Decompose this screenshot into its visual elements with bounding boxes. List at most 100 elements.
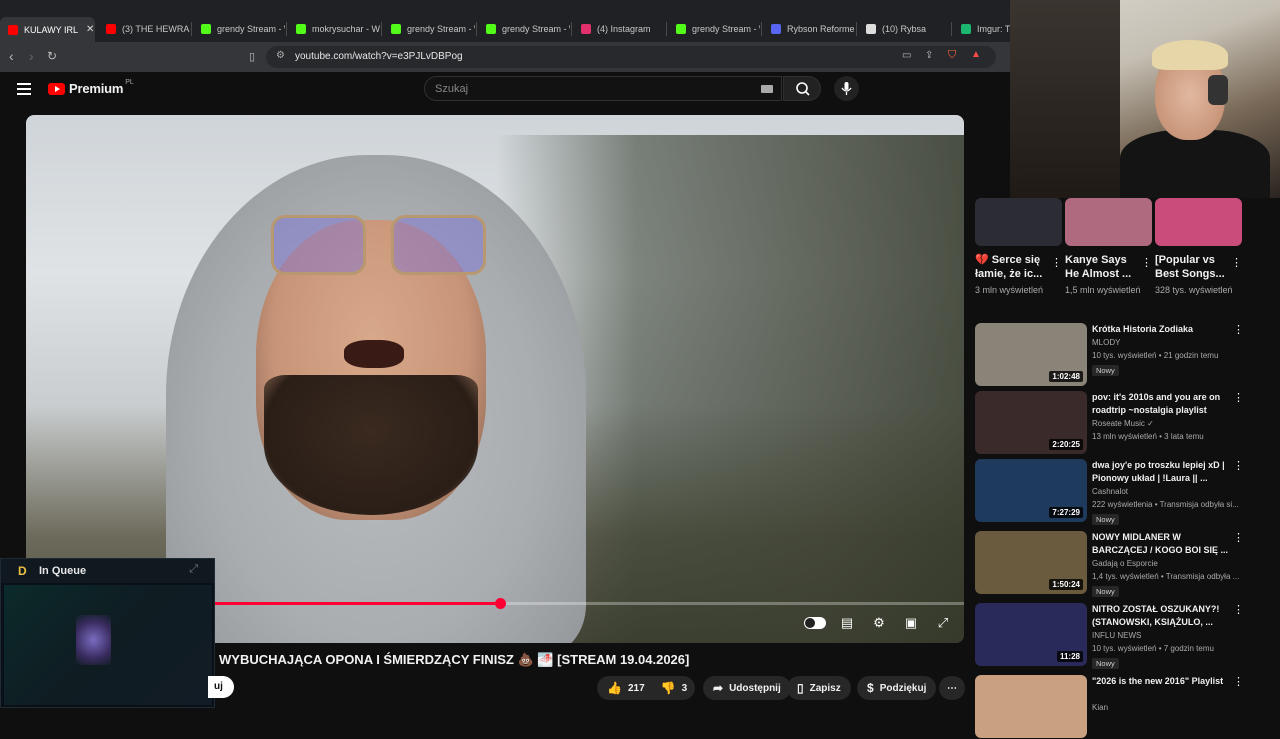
- search-button[interactable]: [783, 76, 821, 101]
- duration-badge: 7:27:29: [1049, 507, 1083, 518]
- expand-icon[interactable]: ⤢: [189, 563, 198, 576]
- more-vertical-icon[interactable]: ⋮: [1051, 256, 1062, 269]
- more-vertical-icon[interactable]: ⋮: [1233, 603, 1244, 616]
- thumbs-up-icon[interactable]: 👍: [607, 681, 622, 695]
- video-thumbnail[interactable]: 11:28: [975, 603, 1087, 666]
- more-actions-button[interactable]: ⋯: [939, 676, 965, 700]
- more-vertical-icon[interactable]: ⋮: [1231, 256, 1242, 269]
- tab-favicon-icon: [106, 24, 116, 34]
- save-button[interactable]: ▯ Zapisz: [787, 676, 851, 700]
- browser-tab[interactable]: KULAWY IRL ✕: [0, 17, 95, 42]
- video-thumbnail[interactable]: 7:27:29: [975, 459, 1087, 522]
- short-thumbnail[interactable]: [1065, 198, 1152, 246]
- browser-tab[interactable]: grendy Stream - \: [478, 17, 570, 41]
- short-card[interactable]: Kanye Says He Almost ... 1,5 mln wyświetl…: [1065, 198, 1152, 295]
- related-video-item[interactable]: 1:02:48 Krótka Historia Zodiaka MLODY 10 ty…: [975, 323, 1270, 387]
- short-card[interactable]: 💔 Serce się łamie, że ic... 3 mln wyświet…: [975, 198, 1062, 295]
- autoplay-toggle[interactable]: [804, 612, 826, 634]
- thanks-button[interactable]: $ Podziękuj: [857, 676, 937, 700]
- related-video-item[interactable]: 11:28 NITRO ZOSTAŁ OSZUKANY?! (STANOWSKI,…: [975, 603, 1270, 669]
- new-badge: Nowy: [1092, 514, 1119, 525]
- subscribe-button[interactable]: uj: [208, 676, 234, 698]
- browser-tab[interactable]: Rybson Reformer: [763, 17, 855, 41]
- webcam-overlay: [1010, 0, 1280, 198]
- video-meta: 222 wyświetlenia • Transmisja odbyła si.…: [1092, 500, 1239, 509]
- related-video-item[interactable]: 2:20:25 pov: it's 2010s and you are on ro…: [975, 391, 1270, 455]
- close-tab-icon[interactable]: ✕: [86, 24, 94, 35]
- short-title[interactable]: [Popular vs Best Songs...: [1155, 253, 1230, 281]
- browser-tab[interactable]: grendy Stream - \: [668, 17, 760, 41]
- brave-shield-icon[interactable]: ⛉: [948, 49, 956, 62]
- tab-label: Rybson Reformer: [787, 24, 855, 34]
- channel-name[interactable]: Cashnalot: [1092, 487, 1128, 496]
- browser-tab[interactable]: (4) Instagram: [573, 17, 665, 41]
- video-title-link[interactable]: NOWY MIDLANER W BARCZĄCEJ / KOGO BOI SIĘ…: [1092, 531, 1232, 557]
- short-views: 328 tys. wyświetleń: [1155, 285, 1233, 295]
- browser-tab[interactable]: grendy Stream - \: [193, 17, 285, 41]
- short-title[interactable]: 💔 Serce się łamie, że ic...: [975, 253, 1050, 281]
- related-video-item[interactable]: 1:50:24 NOWY MIDLANER W BARCZĄCEJ / KOGO …: [975, 531, 1270, 597]
- back-icon[interactable]: ‹: [9, 48, 14, 64]
- subtitles-button[interactable]: ▤: [836, 612, 858, 634]
- video-meta: 10 tys. wyświetleń • 7 godzin temu: [1092, 644, 1214, 653]
- more-vertical-icon[interactable]: ⋮: [1233, 391, 1244, 404]
- keyboard-icon[interactable]: [761, 85, 773, 93]
- progress-scrubber[interactable]: [494, 598, 506, 609]
- like-count[interactable]: 217: [628, 683, 645, 694]
- settings-button[interactable]: ⚙: [868, 612, 890, 634]
- video-thumbnail[interactable]: 1:02:48: [975, 323, 1087, 386]
- channel-name[interactable]: Kian: [1092, 703, 1108, 712]
- tab-separator: [476, 22, 477, 36]
- video-title-link[interactable]: "2026 is the new 2016" Playlist: [1092, 675, 1232, 688]
- video-thumbnail[interactable]: [975, 675, 1087, 738]
- more-vertical-icon[interactable]: ⋮: [1233, 675, 1244, 688]
- duration-badge: 1:50:24: [1049, 579, 1083, 590]
- share-button[interactable]: ➦ Udostępnij: [703, 676, 791, 700]
- browser-tab[interactable]: grendy Stream - \: [383, 17, 475, 41]
- voice-search-button[interactable]: [834, 76, 859, 101]
- browser-tab[interactable]: mokrysuchar - W: [288, 17, 380, 41]
- short-thumbnail[interactable]: [975, 198, 1062, 246]
- tab-separator: [951, 22, 952, 36]
- video-thumbnail[interactable]: 2:20:25: [975, 391, 1087, 454]
- channel-name[interactable]: Gadają o Esporcie: [1092, 559, 1158, 568]
- address-bar[interactable]: ⚙ youtube.com/watch?v=e3PJLvDBPog ▭ ⇪ ⛉ …: [266, 46, 996, 68]
- dislike-count[interactable]: 3: [682, 683, 688, 694]
- video-thumbnail[interactable]: 1:50:24: [975, 531, 1087, 594]
- fullscreen-button[interactable]: ⤢: [932, 612, 954, 634]
- short-thumbnail[interactable]: [1155, 198, 1242, 246]
- brave-rewards-icon[interactable]: ▲: [971, 49, 981, 60]
- cast-icon[interactable]: ▭: [902, 50, 911, 61]
- reload-icon[interactable]: ↻: [47, 49, 57, 63]
- video-meta: 13 mln wyświetleń • 3 lata temu: [1092, 432, 1204, 441]
- related-video-item[interactable]: 7:27:29 dwa joy'e po troszku lepiej xD | …: [975, 459, 1270, 525]
- menu-icon[interactable]: [17, 83, 31, 95]
- search-input[interactable]: Szukaj: [424, 76, 782, 101]
- tab-label: mokrysuchar - W: [312, 24, 380, 34]
- forward-icon[interactable]: ›: [29, 48, 34, 64]
- youtube-logo[interactable]: Premium PL: [48, 79, 134, 96]
- browser-tab[interactable]: (10) Rybsa: [858, 17, 950, 41]
- short-title[interactable]: Kanye Says He Almost ...: [1065, 253, 1140, 281]
- short-card[interactable]: [Popular vs Best Songs... 328 tys. wyświe…: [1155, 198, 1242, 295]
- video-title-link[interactable]: Krótka Historia Zodiaka: [1092, 323, 1232, 336]
- video-title-link[interactable]: pov: it's 2010s and you are on roadtrip …: [1092, 391, 1232, 417]
- tab-label: grendy Stream - \: [502, 24, 570, 34]
- channel-name[interactable]: Roseate Music ✓: [1092, 419, 1154, 428]
- site-info-icon[interactable]: ⚙: [276, 50, 285, 61]
- bookmark-icon[interactable]: ▯: [249, 50, 255, 63]
- channel-name[interactable]: MLODY: [1092, 338, 1120, 347]
- video-title-link[interactable]: dwa joy'e po troszku lepiej xD | Pionowy…: [1092, 459, 1232, 485]
- video-title-link[interactable]: NITRO ZOSTAŁ OSZUKANY?! (STANOWSKI, KSIĄ…: [1092, 603, 1232, 629]
- browser-tab[interactable]: (3) THE HEWRA: [98, 17, 190, 41]
- share-page-icon[interactable]: ⇪: [925, 50, 933, 61]
- more-vertical-icon[interactable]: ⋮: [1141, 256, 1152, 269]
- webcam-shirt: [1120, 130, 1270, 198]
- channel-name[interactable]: INFLU NEWS: [1092, 631, 1141, 640]
- more-vertical-icon[interactable]: ⋮: [1233, 459, 1244, 472]
- thumbs-down-icon[interactable]: 👎: [661, 681, 676, 695]
- related-video-item[interactable]: "2026 is the new 2016" Playlist Kian ⋮: [975, 675, 1270, 739]
- more-vertical-icon[interactable]: ⋮: [1233, 531, 1244, 544]
- miniplayer-button[interactable]: ▣: [900, 612, 922, 634]
- more-vertical-icon[interactable]: ⋮: [1233, 323, 1244, 336]
